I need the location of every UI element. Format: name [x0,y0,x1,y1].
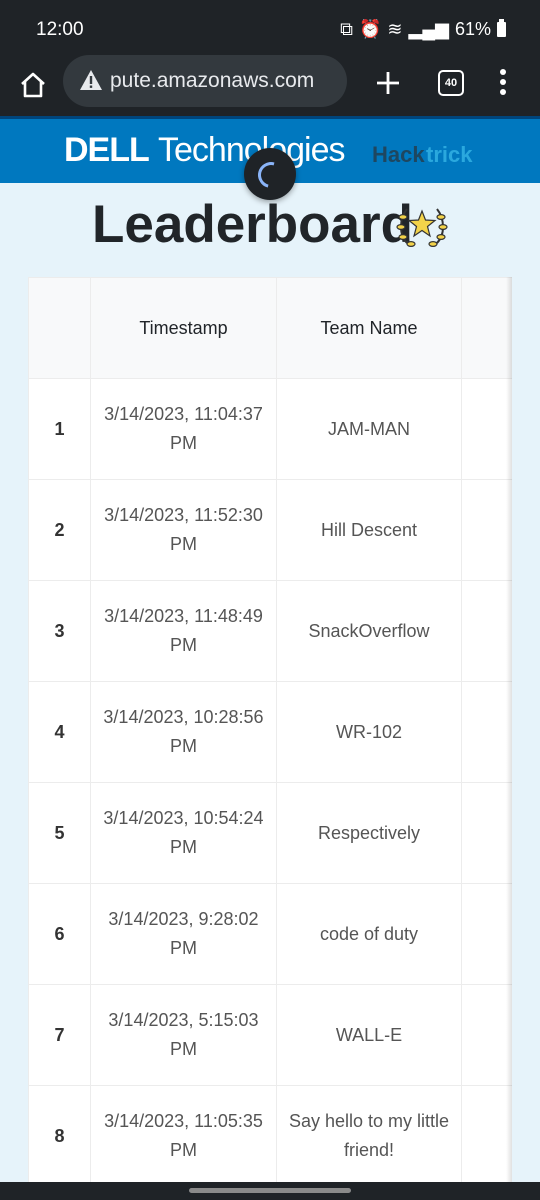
status-time: 12:00 [36,19,84,40]
status-icons: ⧉ ⏰ ≋ ▂▄▆ 61% [340,19,506,40]
team-name-cell: Say hello to my little friend! [276,1085,462,1182]
table-row: 2 3/14/2023, 11:52:30 PM Hill Descent [28,479,512,581]
timestamp-cell: 3/14/2023, 10:28:56 PM [90,681,277,783]
extra-cell [461,479,512,581]
team-name-cell: JAM-MAN [276,378,462,480]
rank-cell: 5 [28,782,91,884]
table-row: 7 3/14/2023, 5:15:03 PM WALL-E [28,984,512,1086]
rank-cell: 1 [28,378,91,480]
table-header-row: Timestamp Team Name [28,277,512,379]
rank-cell: 7 [28,984,91,1086]
scroll-shadow [506,277,512,1182]
timestamp-header: Timestamp [90,277,277,379]
timestamp-cell: 3/14/2023, 11:52:30 PM [90,479,277,581]
plus-icon[interactable] [373,68,403,98]
hack-logo-text: Hack [372,142,425,167]
trick-logo-text: trick [426,142,473,167]
table-row: 3 3/14/2023, 11:48:49 PM SnackOverflow [28,580,512,682]
team-name-cell: WR-102 [276,681,462,783]
team-name-cell: Respectively [276,782,462,884]
rank-cell: 3 [28,580,91,682]
extra-cell [461,883,512,985]
rank-cell: 6 [28,883,91,985]
team-name-cell: SnackOverflow [276,580,462,682]
team-name-cell: WALL-E [276,984,462,1086]
extra-cell [461,782,512,884]
rank-cell: 2 [28,479,91,581]
table-row: 1 3/14/2023, 11:04:37 PM JAM-MAN [28,378,512,480]
rank-cell: 4 [28,681,91,783]
extra-cell [461,378,512,480]
rank-header [28,277,91,379]
extra-header [461,277,512,379]
timestamp-cell: 3/14/2023, 5:15:03 PM [90,984,277,1086]
extra-cell [461,1085,512,1182]
notification-icon: ⧉ [340,19,353,39]
gesture-handle[interactable] [189,1188,351,1193]
table-row: 4 3/14/2023, 10:28:56 PM WR-102 [28,681,512,783]
alarm-icon: ⏰ [359,19,382,39]
tab-count: 40 [444,77,458,89]
warning-icon[interactable] [79,69,103,91]
rank-cell: 8 [28,1085,91,1182]
browser-toolbar: pute.amazonaws.com 40 [0,55,540,116]
address-bar[interactable]: pute.amazonaws.com [63,55,347,107]
battery-icon [497,19,506,37]
signal-icon: ▂▄▆ [408,19,449,39]
timestamp-cell: 3/14/2023, 9:28:02 PM [90,883,277,985]
leaderboard-table[interactable]: Timestamp Team Name 1 3/14/2023, 11:04:3… [28,277,512,1182]
table-row: 8 3/14/2023, 11:05:35 PM Say hello to my… [28,1085,512,1182]
timestamp-cell: 3/14/2023, 10:54:24 PM [90,782,277,884]
url-text: pute.amazonaws.com [110,69,315,92]
home-icon[interactable] [18,70,48,100]
tabs-icon[interactable]: 40 [438,70,464,96]
laurel-star-icon [396,208,448,247]
team-name-cell: Hill Descent [276,479,462,581]
extra-cell [461,681,512,783]
more-vert-icon[interactable] [496,67,510,97]
loading-spinner-icon [244,148,296,200]
timestamp-cell: 3/14/2023, 11:05:35 PM [90,1085,277,1182]
page-title: Leaderboard [92,195,414,254]
table-row: 6 3/14/2023, 9:28:02 PM code of duty [28,883,512,985]
navigation-bar [0,1182,540,1200]
status-bar: 12:00 ⧉ ⏰ ≋ ▂▄▆ 61% [0,0,540,58]
wifi-icon: ≋ [387,19,403,39]
extra-cell [461,580,512,682]
table-row: 5 3/14/2023, 10:54:24 PM Respectively [28,782,512,884]
timestamp-cell: 3/14/2023, 11:48:49 PM [90,580,277,682]
team-name-cell: code of duty [276,883,462,985]
extra-cell [461,984,512,1086]
team-name-header: Team Name [276,277,462,379]
timestamp-cell: 3/14/2023, 11:04:37 PM [90,378,277,480]
dell-logo: DELL [64,131,150,169]
battery-percent: 61% [454,19,491,39]
